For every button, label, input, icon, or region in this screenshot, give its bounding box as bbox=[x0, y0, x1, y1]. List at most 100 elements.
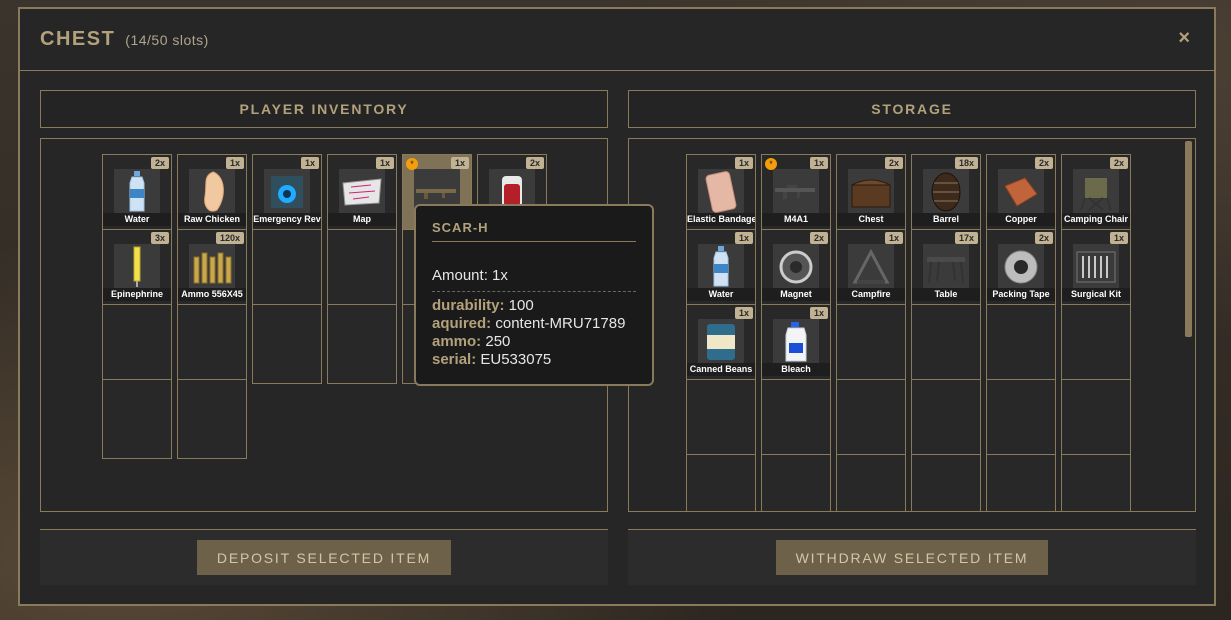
storage-item-slot[interactable]: 18x Barrel bbox=[911, 154, 981, 234]
storage-slot[interactable] bbox=[1061, 454, 1131, 511]
quantity-badge: 1x bbox=[375, 157, 394, 169]
item-label: Barrel bbox=[912, 213, 980, 226]
storage-item-slot[interactable]: 17x Table bbox=[911, 229, 981, 309]
storage-slot[interactable] bbox=[836, 304, 906, 384]
tooltip-row-ammo: ammo: 250 bbox=[432, 333, 511, 350]
chest-icon bbox=[848, 169, 894, 215]
tooltip-title: SCAR-H bbox=[432, 220, 489, 235]
item-label: Water bbox=[103, 213, 171, 226]
storage-item-slot[interactable]: 2x Copper bbox=[986, 154, 1056, 234]
surgical-kit-icon bbox=[1073, 244, 1119, 290]
player-slot[interactable] bbox=[327, 229, 397, 309]
withdraw-button[interactable]: WITHDRAW SELECTED ITEM bbox=[775, 540, 1049, 575]
storage-slot[interactable] bbox=[761, 454, 831, 511]
player-item-slot[interactable]: 120x Ammo 556X45 bbox=[177, 229, 247, 309]
table-icon bbox=[923, 244, 969, 290]
water-bottle-icon bbox=[698, 244, 744, 290]
quantity-badge: 2x bbox=[525, 157, 544, 169]
quantity-badge: 1x bbox=[225, 157, 244, 169]
tooltip-dashed-divider bbox=[432, 291, 636, 292]
slot-count: (14/50 slots) bbox=[125, 31, 209, 48]
quantity-badge: 1x bbox=[1109, 232, 1128, 244]
tooltip-amount: Amount: 1x bbox=[432, 267, 508, 284]
storage-slot[interactable] bbox=[911, 454, 981, 511]
player-footer: DEPOSIT SELECTED ITEM bbox=[40, 529, 608, 585]
m4a1-rifle-icon bbox=[773, 169, 819, 215]
storage-slot[interactable] bbox=[911, 304, 981, 384]
player-slot[interactable] bbox=[252, 229, 322, 309]
storage-slot[interactable] bbox=[761, 379, 831, 459]
epinephrine-icon bbox=[114, 244, 160, 290]
item-label: Table bbox=[912, 288, 980, 301]
storage-item-slot[interactable]: 2x Packing Tape bbox=[986, 229, 1056, 309]
quantity-badge: 1x bbox=[734, 307, 753, 319]
storage-slot[interactable] bbox=[1061, 379, 1131, 459]
player-item-slot[interactable]: 1x Map bbox=[327, 154, 397, 234]
storage-slot[interactable] bbox=[836, 454, 906, 511]
player-slot[interactable] bbox=[102, 304, 172, 384]
item-label: Epinephrine bbox=[103, 288, 171, 301]
player-item-slot[interactable]: 2x Water bbox=[102, 154, 172, 234]
camping-chair-icon bbox=[1073, 169, 1119, 215]
player-item-slot[interactable]: 1x Raw Chicken bbox=[177, 154, 247, 234]
tooltip-row-serial: serial: EU533075 bbox=[432, 351, 552, 368]
quantity-badge: 2x bbox=[809, 232, 828, 244]
item-label: Emergency Rev bbox=[253, 213, 321, 226]
canned-beans-icon bbox=[698, 319, 744, 365]
storage-slot[interactable] bbox=[986, 454, 1056, 511]
storage-item-slot[interactable]: 1x Elastic Bandage bbox=[686, 154, 756, 234]
player-slot[interactable] bbox=[327, 304, 397, 384]
quantity-badge: 1x bbox=[884, 232, 903, 244]
raw-chicken-icon bbox=[189, 169, 235, 215]
storage-item-slot[interactable]: 1x Bleach bbox=[761, 304, 831, 384]
storage-item-slot[interactable]: 2x Chest bbox=[836, 154, 906, 234]
storage-slot[interactable] bbox=[1061, 304, 1131, 384]
quantity-badge: 1x bbox=[450, 157, 469, 169]
storage-slot[interactable] bbox=[911, 379, 981, 459]
storage-item-slot[interactable]: 1x Canned Beans bbox=[686, 304, 756, 384]
item-label: Copper bbox=[987, 213, 1055, 226]
storage-item-slot[interactable]: 2x Magnet bbox=[761, 229, 831, 309]
player-item-slot[interactable]: 1x Emergency Rev bbox=[252, 154, 322, 234]
storage-slot[interactable] bbox=[686, 454, 756, 511]
tooltip-row-aquired: aquired: content-MRU71789 bbox=[432, 315, 626, 332]
item-label: Surgical Kit bbox=[1062, 288, 1130, 301]
item-tooltip: SCAR-H Amount: 1x durability: 100 aquire… bbox=[414, 204, 654, 386]
storage-item-slot[interactable]: 2x Camping Chair bbox=[1061, 154, 1131, 234]
item-label: Camping Chair bbox=[1062, 213, 1130, 226]
item-label: Campfire bbox=[837, 288, 905, 301]
storage-scrollbar[interactable] bbox=[1185, 141, 1192, 337]
barrel-icon bbox=[923, 169, 969, 215]
tape-icon bbox=[998, 244, 1044, 290]
item-label: Ammo 556X45 bbox=[178, 288, 246, 301]
player-slot[interactable] bbox=[177, 304, 247, 384]
map-icon bbox=[339, 169, 385, 215]
deposit-button[interactable]: DEPOSIT SELECTED ITEM bbox=[196, 540, 452, 575]
quantity-badge: 2x bbox=[884, 157, 903, 169]
item-label: Canned Beans bbox=[687, 363, 755, 376]
quantity-badge: 2x bbox=[150, 157, 169, 169]
emergency-revive-icon bbox=[264, 169, 310, 215]
storage-item-slot[interactable]: 1x Water bbox=[686, 229, 756, 309]
player-slot[interactable] bbox=[252, 304, 322, 384]
bleach-icon bbox=[773, 319, 819, 365]
quantity-badge: 3x bbox=[150, 232, 169, 244]
close-button[interactable]: × bbox=[1178, 27, 1190, 50]
player-slot[interactable] bbox=[102, 379, 172, 459]
storage-slot[interactable] bbox=[986, 304, 1056, 384]
player-item-slot[interactable]: 3x Epinephrine bbox=[102, 229, 172, 309]
storage-slot[interactable] bbox=[686, 379, 756, 459]
player-slot[interactable] bbox=[177, 379, 247, 459]
quantity-badge: 17x bbox=[954, 232, 978, 244]
tooltip-row-durability: durability: 100 bbox=[432, 297, 534, 314]
item-label: Chest bbox=[837, 213, 905, 226]
storage-item-slot[interactable]: 1x Surgical Kit bbox=[1061, 229, 1131, 309]
item-label: Elastic Bandage bbox=[687, 213, 755, 226]
storage-item-slot[interactable]: 1x * M4A1 bbox=[761, 154, 831, 234]
quantity-badge: 2x bbox=[1034, 157, 1053, 169]
campfire-icon bbox=[848, 244, 894, 290]
storage-item-slot[interactable]: 1x Campfire bbox=[836, 229, 906, 309]
ammo-icon bbox=[189, 244, 235, 290]
storage-slot[interactable] bbox=[986, 379, 1056, 459]
storage-slot[interactable] bbox=[836, 379, 906, 459]
